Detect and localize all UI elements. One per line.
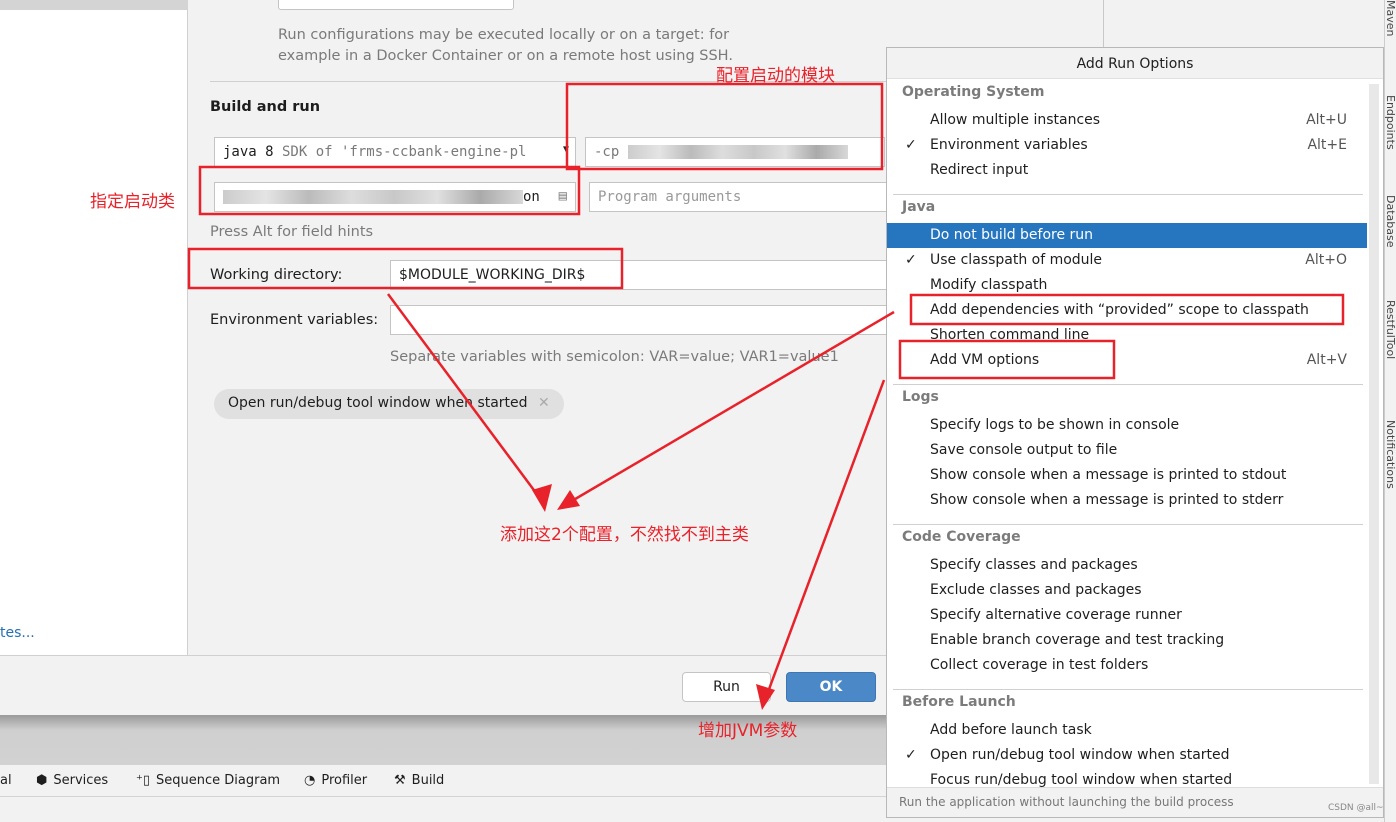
- annotation-arrow-2: [564, 310, 895, 507]
- annotation-jvm: 增加JVM参数: [698, 721, 798, 741]
- arrowhead: [756, 684, 775, 710]
- annotation-main-class: 指定启动类: [90, 192, 175, 212]
- arrowhead: [532, 484, 552, 512]
- annotation-box-vm-options: [898, 339, 1116, 380]
- annotation-box-working-dir: [187, 247, 624, 290]
- arrowhead: [557, 490, 580, 510]
- annotation-add-two: 添加这2个配置，不然找不到主类: [500, 525, 749, 545]
- annotation-module: 配置启动的模块: [716, 66, 835, 86]
- annotation-box-provided-scope: [909, 293, 1345, 326]
- annotation-overlay: [187, 82, 1345, 710]
- annotation-arrow-1: [386, 293, 547, 506]
- annotation-box-module: [565, 82, 884, 171]
- annotation-box-main-class: [198, 165, 581, 216]
- annotation-arrow-3: [763, 379, 886, 701]
